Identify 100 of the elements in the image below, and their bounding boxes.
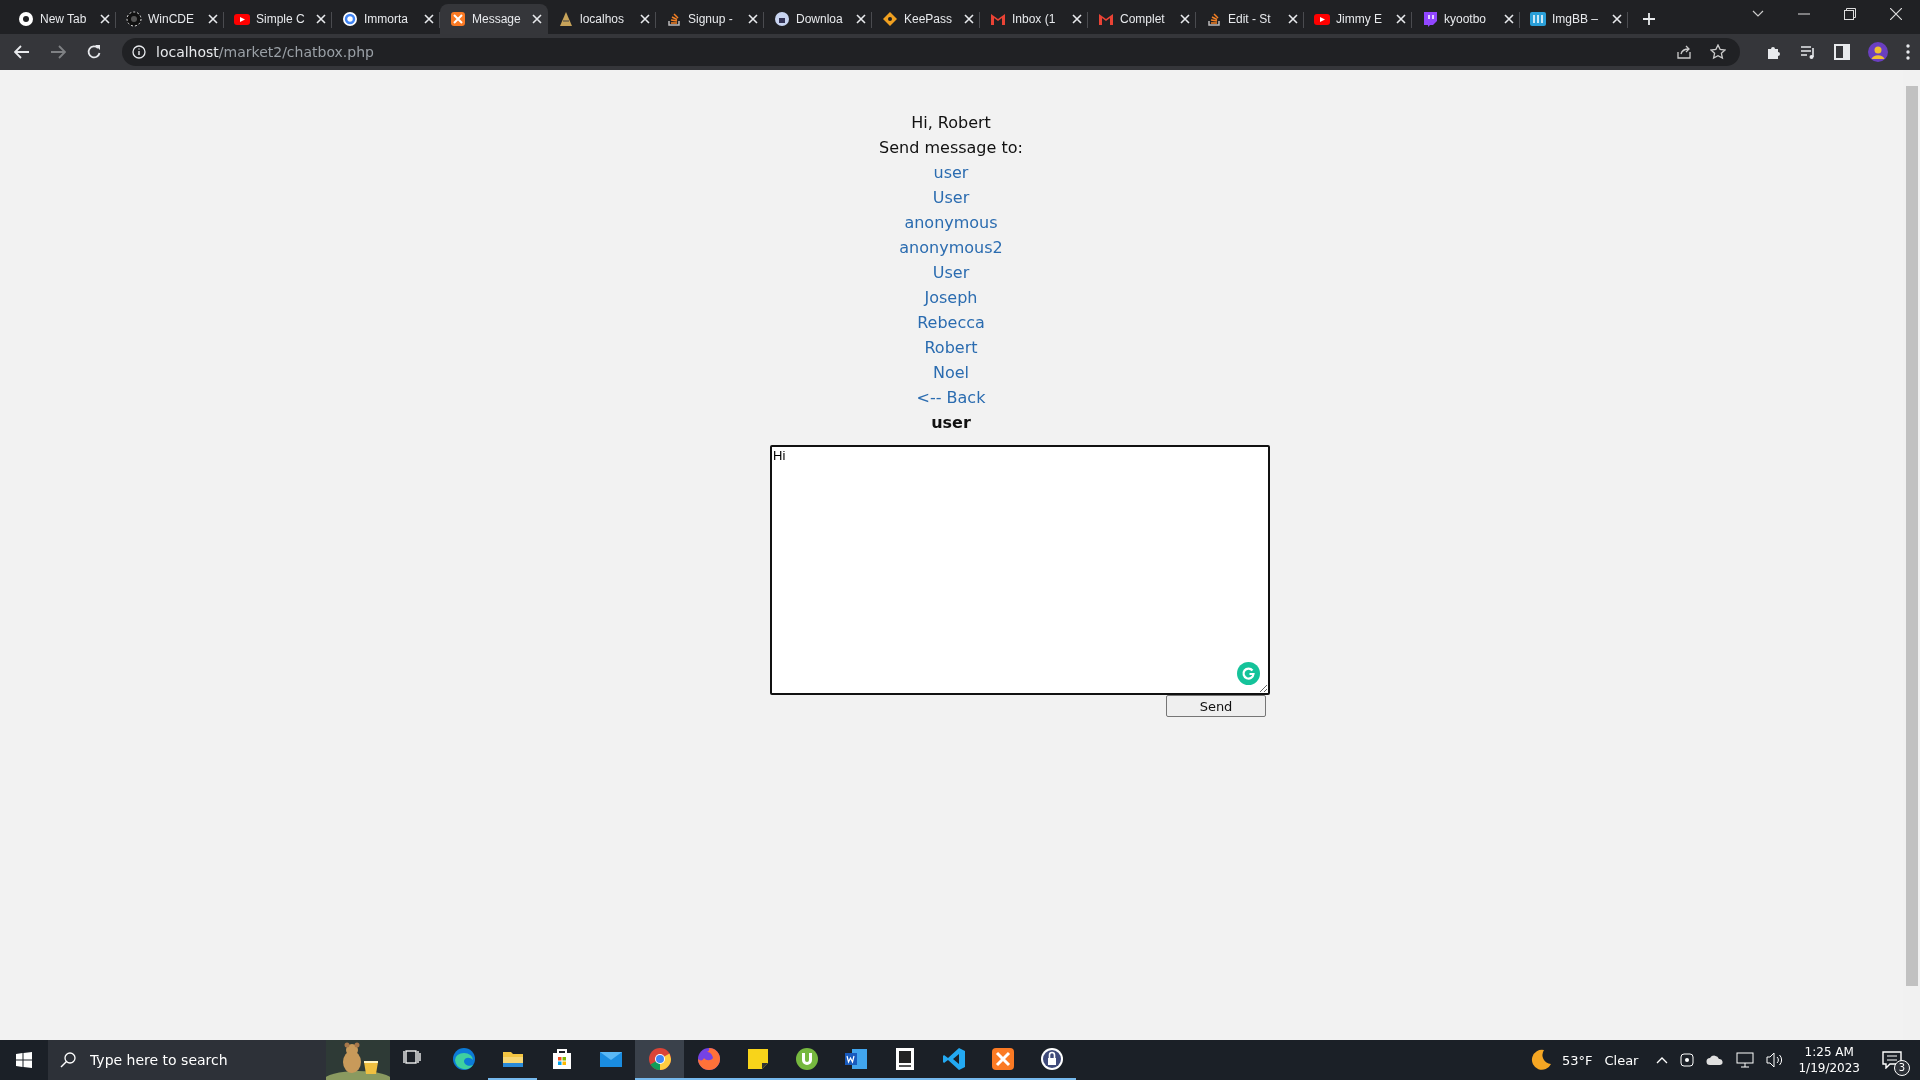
browser-tab[interactable]: WinCDE xyxy=(116,4,224,34)
close-icon[interactable] xyxy=(1504,14,1514,24)
back-link[interactable]: <-- Back xyxy=(916,388,986,407)
avatar-icon[interactable] xyxy=(1868,42,1888,62)
browser-tab[interactable]: Simple C xyxy=(224,4,332,34)
tab-title: Inbox (1 xyxy=(1012,12,1057,26)
stack-icon xyxy=(1206,11,1222,27)
tab-title: Message xyxy=(472,12,522,26)
close-icon[interactable] xyxy=(100,14,110,24)
close-icon[interactable] xyxy=(316,14,326,24)
close-icon[interactable] xyxy=(1396,14,1406,24)
close-icon[interactable] xyxy=(208,14,218,24)
browser-tab[interactable]: Edit - St xyxy=(1196,4,1304,34)
browser-tab[interactable]: kyootbo xyxy=(1412,4,1520,34)
playlist-icon[interactable] xyxy=(1800,44,1816,60)
address-bar[interactable]: localhost/market2/chatbox.php xyxy=(122,38,1740,66)
search-icon xyxy=(60,1052,76,1068)
contact-link[interactable]: anonymous xyxy=(904,213,998,232)
greeting-text: Hi, Robert xyxy=(911,112,991,134)
close-icon[interactable] xyxy=(748,14,758,24)
info-icon xyxy=(132,45,146,59)
close-icon[interactable] xyxy=(1180,14,1190,24)
contact-link[interactable]: Robert xyxy=(924,338,978,357)
search-field[interactable]: Type here to search xyxy=(48,1040,390,1080)
contact-link[interactable]: user xyxy=(933,163,969,182)
note-icon xyxy=(745,1047,770,1071)
video-icon xyxy=(1314,11,1330,27)
close-icon[interactable] xyxy=(1288,14,1298,24)
weather-temperature: 53°F xyxy=(1561,1052,1593,1068)
puzzle-icon[interactable] xyxy=(1766,44,1782,60)
browser-tab[interactable]: Inbox (1 xyxy=(980,4,1088,34)
browser-tab[interactable]: Jimmy E xyxy=(1304,4,1412,34)
tab-title: Jimmy E xyxy=(1336,12,1383,26)
tab-title: WinCDE xyxy=(148,12,195,26)
contact-link[interactable]: Rebecca xyxy=(917,313,985,332)
contact-link[interactable]: anonymous2 xyxy=(899,238,1003,257)
browser-tab[interactable]: localhos xyxy=(548,4,656,34)
close-icon[interactable] xyxy=(424,14,434,24)
browser-tab[interactable]: New Tab xyxy=(8,4,116,34)
restore-icon[interactable] xyxy=(1844,8,1856,20)
tab-title: Immorta xyxy=(364,12,409,26)
diamond-icon xyxy=(882,11,898,27)
tab-title: Complet xyxy=(1120,12,1166,26)
tab-title: kyootbo xyxy=(1444,12,1488,26)
recipient-name: user xyxy=(931,412,971,434)
wave-icon xyxy=(451,1047,476,1071)
tab-title: Simple C xyxy=(256,12,306,26)
browser-tab[interactable]: Message xyxy=(440,4,548,34)
reload-icon[interactable] xyxy=(86,44,102,60)
back-icon[interactable] xyxy=(14,45,30,59)
network-icon[interactable] xyxy=(1736,1052,1755,1068)
torrent-icon xyxy=(794,1047,819,1071)
contact-link[interactable]: User xyxy=(932,263,970,282)
stack-icon xyxy=(666,11,682,27)
scrollbar-thumb[interactable] xyxy=(1905,86,1918,986)
browser-tab[interactable]: Downloa xyxy=(764,4,872,34)
app-logo-icon xyxy=(990,1047,1015,1071)
browser-tab[interactable]: KeePass xyxy=(872,4,980,34)
notification-badge: 3 xyxy=(1894,1060,1910,1076)
grammar-check-icon[interactable] xyxy=(1237,662,1260,685)
side-panel-icon[interactable] xyxy=(1834,44,1850,60)
forward-icon[interactable] xyxy=(50,45,66,59)
browser-tab[interactable]: Signup - xyxy=(656,4,764,34)
search-input[interactable]: Type here to search xyxy=(88,1051,312,1069)
windows-logo-icon[interactable] xyxy=(16,1052,32,1068)
close-icon[interactable] xyxy=(856,14,866,24)
tab-title: Downloa xyxy=(796,12,844,26)
more-icon[interactable] xyxy=(1906,44,1910,60)
chevron-up-icon[interactable] xyxy=(1656,1056,1669,1064)
clock-date[interactable]: 1/19/2023 xyxy=(1798,1060,1860,1076)
url-text: localhost/market2/chatbox.php xyxy=(156,44,374,60)
contact-link[interactable]: User xyxy=(932,188,970,207)
browser-tab[interactable]: Complet xyxy=(1088,4,1196,34)
close-icon[interactable] xyxy=(964,14,974,24)
tower-icon xyxy=(558,11,574,27)
share-icon[interactable] xyxy=(1676,44,1692,60)
clock-time[interactable]: 1:25 AM xyxy=(1804,1044,1854,1060)
code-editor-icon xyxy=(941,1047,966,1071)
camera-icon[interactable] xyxy=(1680,1052,1695,1068)
close-icon[interactable] xyxy=(1890,8,1902,20)
star-icon[interactable] xyxy=(1710,44,1726,60)
fox-icon xyxy=(696,1047,721,1071)
tab-title: New Tab xyxy=(40,12,88,26)
contact-link[interactable]: Noel xyxy=(932,363,969,382)
browser-icon xyxy=(18,11,34,27)
browser-tab[interactable]: ImgBB – xyxy=(1520,4,1628,34)
close-icon[interactable] xyxy=(1612,14,1622,24)
contact-link[interactable]: Joseph xyxy=(924,288,978,307)
taskbar-app[interactable] xyxy=(635,1040,684,1080)
speaker-icon[interactable] xyxy=(1766,1052,1785,1068)
close-icon[interactable] xyxy=(1072,14,1082,24)
message-field[interactable]: Hi xyxy=(770,445,1270,695)
cloud-icon[interactable] xyxy=(1706,1054,1725,1066)
notification-button[interactable]: 3 xyxy=(1874,1040,1910,1080)
browser-tab[interactable]: Immorta xyxy=(332,4,440,34)
send-button[interactable]: Send xyxy=(1166,695,1266,717)
chevron-down-icon[interactable] xyxy=(1752,10,1764,18)
plus-icon[interactable] xyxy=(1642,12,1656,26)
close-icon[interactable] xyxy=(532,14,542,24)
close-icon[interactable] xyxy=(640,14,650,24)
